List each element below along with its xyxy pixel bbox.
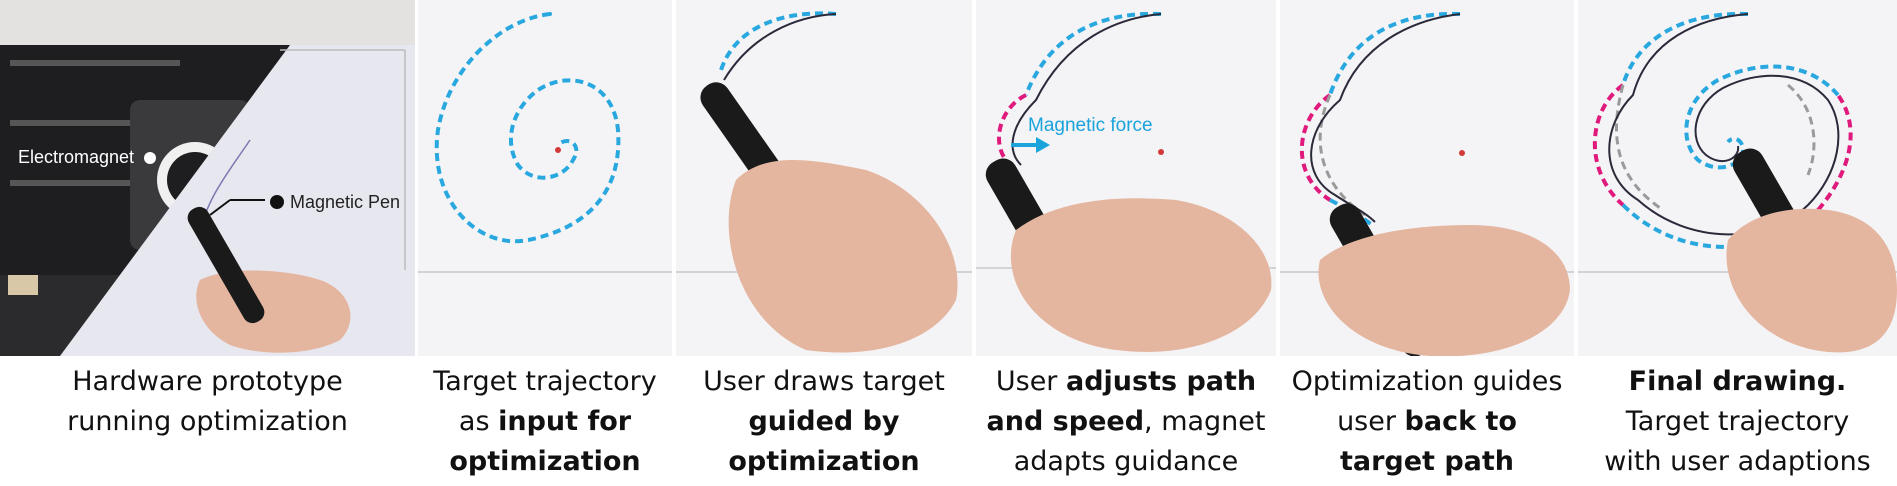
target-spiral: [418, 12, 672, 273]
panel-guided-back: [1280, 0, 1574, 356]
caption-user-draws: User draws target guided by optimization: [703, 366, 945, 477]
caption-guided-back: Optimization guides user back to target …: [1291, 366, 1563, 477]
guidance-photo: [1280, 11, 1574, 356]
caption-adjusts: User adjusts path and speed, magnet adap…: [986, 366, 1266, 477]
electromagnet-label: Electromagnet: [18, 147, 135, 167]
caption-final: Final drawing. Target trajectory with us…: [1604, 366, 1871, 477]
caption-target: Target trajectory as input for optimizat…: [433, 366, 657, 477]
panel-target-trajectory: [418, 0, 672, 356]
adjustment-photo: [976, 11, 1276, 352]
panel-user-draws: [676, 0, 972, 356]
hardware-photo: [0, 0, 415, 356]
panel-hardware-prototype: Electromagnet Magnetic Pen: [0, 0, 415, 356]
hand-shape: [1726, 208, 1897, 353]
magnetic-force-label: Magnetic force: [1028, 115, 1153, 136]
hand-shape: [1010, 198, 1272, 352]
user-drawing-photo: [676, 11, 972, 353]
hand-shape: [728, 160, 958, 353]
final-drawing-photo: [1578, 11, 1897, 353]
magnetic-pen-label: Magnetic Pen: [290, 192, 401, 212]
hand-shape: [1318, 225, 1570, 356]
caption-hardware: Hardware prototype running optimization: [67, 366, 348, 437]
panel-user-adjusts: Magnetic force: [976, 0, 1276, 356]
panel-final-drawing: [1578, 0, 1897, 356]
